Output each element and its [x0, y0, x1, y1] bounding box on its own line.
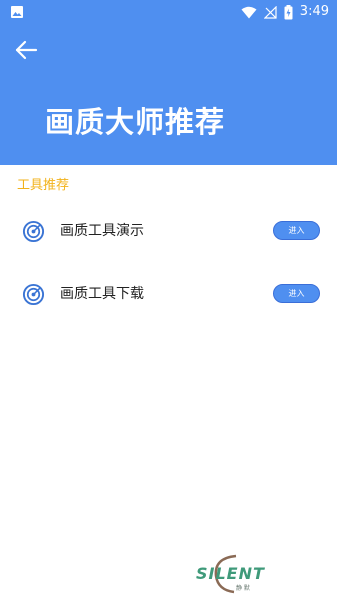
target-icon: [22, 220, 45, 243]
item-label: 画质工具演示: [60, 223, 144, 239]
image-icon: [11, 6, 23, 18]
enter-button[interactable]: 进入: [273, 284, 320, 303]
section-title: 工具推荐: [17, 178, 70, 193]
no-signal-icon: [263, 5, 277, 19]
page-title: 画质大师推荐: [45, 105, 226, 139]
watermark-logo: SILENT 静 默: [196, 552, 280, 596]
watermark-subtext: 静 默: [236, 585, 250, 592]
status-time: 3:49: [299, 4, 329, 19]
list-item-demo[interactable]: 画质工具演示 进入: [0, 213, 337, 249]
arrow-left-icon: [15, 40, 38, 60]
target-icon: [22, 283, 45, 306]
wifi-icon: [241, 6, 257, 18]
status-bar: 3:49: [0, 0, 337, 24]
enter-button[interactable]: 进入: [273, 221, 320, 240]
header: 3:49 画质大师推荐: [0, 0, 337, 165]
status-icons: 3:49: [241, 4, 329, 20]
item-label: 画质工具下载: [60, 286, 144, 302]
watermark-text: SILENT: [196, 564, 265, 583]
back-button[interactable]: [12, 36, 40, 64]
list-item-download[interactable]: 画质工具下载 进入: [0, 276, 337, 312]
battery-charging-icon: [284, 4, 293, 19]
